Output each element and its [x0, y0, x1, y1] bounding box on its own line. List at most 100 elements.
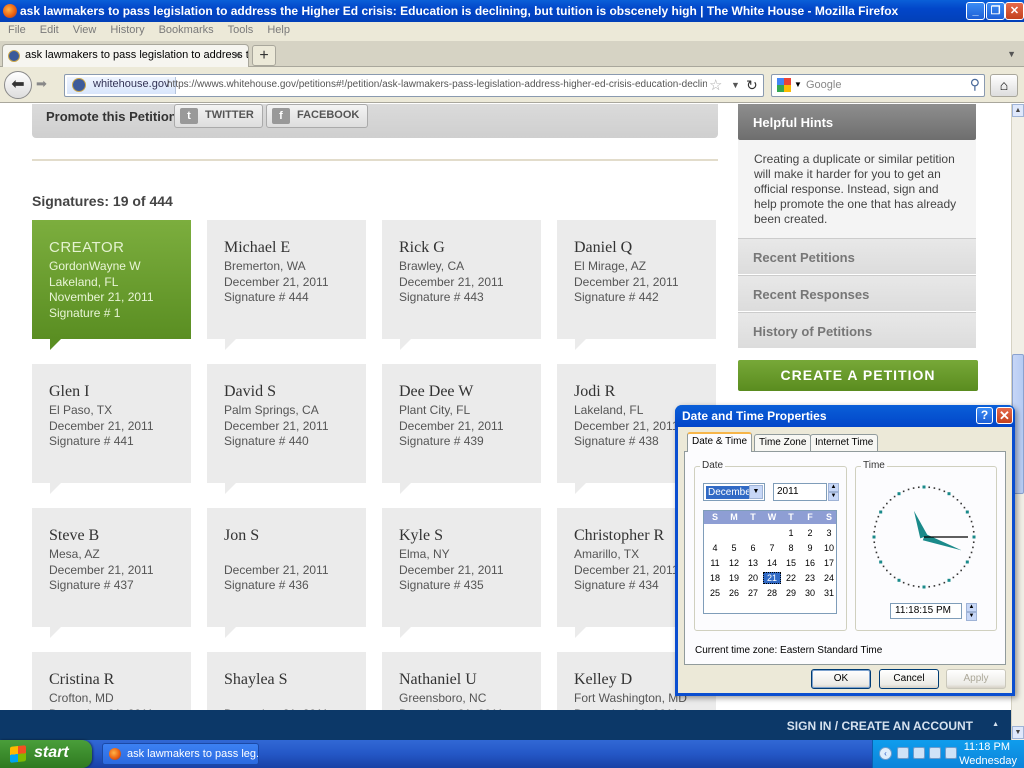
calendar-day[interactable]: 6 [744, 542, 762, 554]
menu-view[interactable]: View [65, 22, 103, 36]
signer-line3: Signature # 437 [49, 578, 134, 592]
signer-line4 [399, 306, 541, 322]
close-button[interactable]: ✕ [1005, 2, 1024, 20]
facebook-button[interactable]: f FACEBOOK [266, 104, 369, 128]
search-bar[interactable]: ▼ Google ⚲ [771, 74, 985, 97]
calendar-day[interactable]: 30 [801, 587, 819, 599]
spin-up-icon[interactable]: ▲ [966, 603, 977, 612]
spin-up-icon[interactable]: ▲ [828, 483, 839, 492]
start-button[interactable]: start [0, 740, 92, 768]
tab-list-icon[interactable]: ▼ [1007, 49, 1016, 59]
home-button[interactable]: ⌂ [990, 74, 1018, 97]
chevron-down-icon[interactable]: ▼ [749, 485, 763, 499]
calendar-day[interactable]: 1 [782, 527, 800, 539]
calendar-day[interactable]: 20 [744, 572, 762, 584]
search-engine-dropdown-icon[interactable]: ▼ [794, 80, 802, 89]
spin-down-icon[interactable]: ▼ [828, 492, 839, 501]
calendar-day[interactable]: 25 [706, 587, 724, 599]
calendar-day[interactable]: 21 [763, 572, 781, 584]
url-bar[interactable]: whitehouse.gov https://wwws.whitehouse.g… [64, 74, 764, 97]
apply-button[interactable]: Apply [946, 669, 1006, 689]
calendar-day[interactable]: 8 [782, 542, 800, 554]
calendar-day[interactable]: 16 [801, 557, 819, 569]
search-input[interactable]: Google [806, 79, 841, 91]
back-button[interactable]: ⬅ [4, 71, 32, 99]
calendar-day[interactable]: 23 [801, 572, 819, 584]
minimize-button[interactable]: _ [966, 2, 985, 20]
taskbar-clock[interactable]: 11:18 PM [964, 741, 1010, 753]
calendar-day[interactable]: 3 [820, 527, 838, 539]
site-identity-button[interactable]: whitehouse.gov [67, 77, 177, 94]
url-dropdown-icon[interactable]: ▼ [731, 80, 740, 90]
antivirus-icon[interactable] [929, 747, 941, 759]
calendar-day[interactable]: 29 [782, 587, 800, 599]
tray-expand-icon[interactable]: ‹ [879, 747, 892, 760]
menu-file[interactable]: File [0, 22, 32, 36]
calendar[interactable]: SMTWTFS 1 2 3 4 5 6 7 8 9 10 11 12 13 14 15 16 17 18 19 20 2… [703, 510, 837, 614]
menu-bookmarks[interactable]: Bookmarks [151, 22, 220, 36]
tab-internet-time[interactable]: Internet Time [810, 434, 879, 451]
calendar-day[interactable]: 24 [820, 572, 838, 584]
browser-tab[interactable]: ask lawmakers to pass legislation to add… [2, 44, 249, 68]
calendar-day[interactable]: 17 [820, 557, 838, 569]
sidebar-item-recent-responses[interactable]: Recent Responses [738, 275, 976, 311]
sidebar-item-history-of-petitions[interactable]: History of Petitions [738, 312, 976, 348]
new-tab-button[interactable]: + [252, 45, 276, 66]
menu-history[interactable]: History [102, 22, 150, 36]
expand-up-icon[interactable]: ▲ [992, 721, 999, 728]
calendar-day[interactable]: 31 [820, 587, 838, 599]
signer-name: Dee Dee W [399, 383, 474, 400]
time-spinner[interactable]: ▲ ▼ [966, 603, 977, 621]
calendar-day[interactable]: 15 [782, 557, 800, 569]
menu-edit[interactable]: Edit [32, 22, 65, 36]
calendar-day[interactable]: 7 [763, 542, 781, 554]
spin-down-icon[interactable]: ▼ [966, 612, 977, 621]
signin-link[interactable]: SIGN IN / CREATE AN ACCOUNT [787, 719, 973, 733]
messenger-icon[interactable] [945, 747, 957, 759]
calendar-day[interactable]: 5 [725, 542, 743, 554]
calendar-day[interactable]: 9 [801, 542, 819, 554]
calendar-day[interactable]: 27 [744, 587, 762, 599]
menu-tools[interactable]: Tools [220, 22, 260, 36]
network-icon[interactable] [897, 747, 909, 759]
calendar-day[interactable]: 4 [706, 542, 724, 554]
tab-time-zone[interactable]: Time Zone [754, 434, 812, 451]
ok-button[interactable]: OK [811, 669, 871, 689]
calendar-day[interactable]: 12 [725, 557, 743, 569]
clock-minute-mark [952, 576, 955, 579]
taskbar-item-firefox[interactable]: ask lawmakers to pass leg... [102, 743, 259, 765]
dialog-close-icon[interactable]: ✕ [996, 407, 1013, 424]
time-field[interactable]: 11:18:15 PM [890, 603, 962, 619]
calendar-day[interactable]: 14 [763, 557, 781, 569]
calendar-day[interactable]: 28 [763, 587, 781, 599]
calendar-day[interactable]: 10 [820, 542, 838, 554]
calendar-day[interactable]: 18 [706, 572, 724, 584]
reload-icon[interactable]: ↻ [746, 77, 758, 94]
calendar-day[interactable]: 22 [782, 572, 800, 584]
twitter-button[interactable]: t TWITTER [174, 104, 263, 128]
calendar-day[interactable]: 13 [744, 557, 762, 569]
bookmark-star-icon[interactable]: ☆ [709, 76, 722, 94]
sidebar-item-recent-petitions[interactable]: Recent Petitions [738, 238, 976, 274]
scroll-down-icon[interactable]: ▼ [1012, 726, 1024, 739]
month-select[interactable]: December ▼ [703, 483, 765, 501]
calendar-day[interactable]: 19 [725, 572, 743, 584]
search-icon[interactable]: ⚲ [970, 76, 980, 93]
calendar-day[interactable]: 26 [725, 587, 743, 599]
maximize-button[interactable]: ❐ [986, 2, 1005, 20]
year-field[interactable]: 2011 [773, 483, 827, 501]
calendar-day[interactable]: 11 [706, 557, 724, 569]
forward-button[interactable]: ➡ [36, 76, 47, 92]
volume-icon[interactable] [913, 747, 925, 759]
help-icon[interactable]: ? [976, 407, 993, 424]
calendar-day[interactable]: 2 [801, 527, 819, 539]
menu-help[interactable]: Help [259, 22, 296, 36]
create-petition-button[interactable]: CREATE A PETITION [738, 360, 978, 391]
scroll-up-icon[interactable]: ▲ [1012, 104, 1024, 117]
url-text[interactable]: https://wwws.whitehouse.gov/petitions#!/… [167, 79, 707, 90]
cancel-button[interactable]: Cancel [879, 669, 939, 689]
tab-date-time[interactable]: Date & Time [687, 432, 753, 452]
google-icon[interactable] [777, 78, 791, 92]
tab-close-icon[interactable]: ✕ [233, 49, 242, 62]
year-spinner[interactable]: ▲ ▼ [828, 483, 839, 501]
